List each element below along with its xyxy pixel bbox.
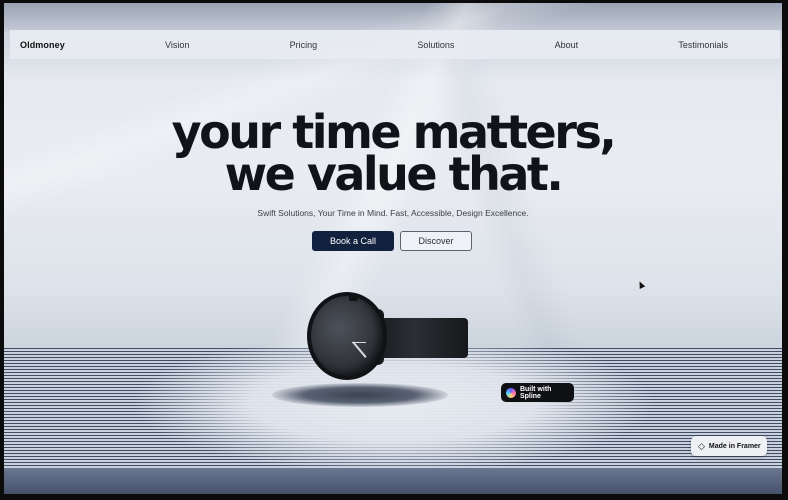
floor-bottom [4, 468, 782, 494]
watch-crown [349, 295, 358, 301]
nav-item-vision[interactable]: Vision [165, 40, 189, 50]
hero-title: your time matters, we value that. [4, 109, 782, 201]
top-band [4, 3, 782, 31]
framer-badge-label: Made in Framer [708, 442, 761, 450]
watch-face [307, 292, 387, 380]
nav-item-pricing[interactable]: Pricing [290, 40, 318, 50]
watch-3d-model[interactable] [304, 287, 474, 387]
hero-title-line-2: we value that. [224, 147, 564, 201]
watch-strap [378, 318, 468, 358]
spline-badge[interactable]: Built with Spline [501, 383, 574, 402]
framer-badge[interactable]: ◇ Made in Framer [691, 436, 767, 456]
nav-item-testimonials[interactable]: Testimonials [678, 40, 728, 50]
watch-hand-minute [352, 342, 366, 343]
nav-item-about[interactable]: About [555, 40, 579, 50]
watch-hand-hour [352, 341, 367, 358]
mouse-cursor-icon [636, 280, 646, 289]
website-frame: Oldmoney Vision Pricing Solutions About … [4, 3, 782, 494]
nav-item-solutions[interactable]: Solutions [417, 40, 454, 50]
discover-button[interactable]: Discover [400, 231, 472, 251]
navbar: Oldmoney Vision Pricing Solutions About … [10, 30, 780, 59]
spline-logo-icon [506, 387, 516, 398]
spline-badge-label: Built with Spline [519, 385, 552, 400]
book-call-button[interactable]: Book a Call [312, 231, 394, 251]
hero-subtitle: Swift Solutions, Your Time in Mind. Fast… [257, 208, 529, 218]
framer-logo-icon: ◇ [698, 440, 705, 451]
brand-logo[interactable]: Oldmoney [20, 40, 65, 50]
